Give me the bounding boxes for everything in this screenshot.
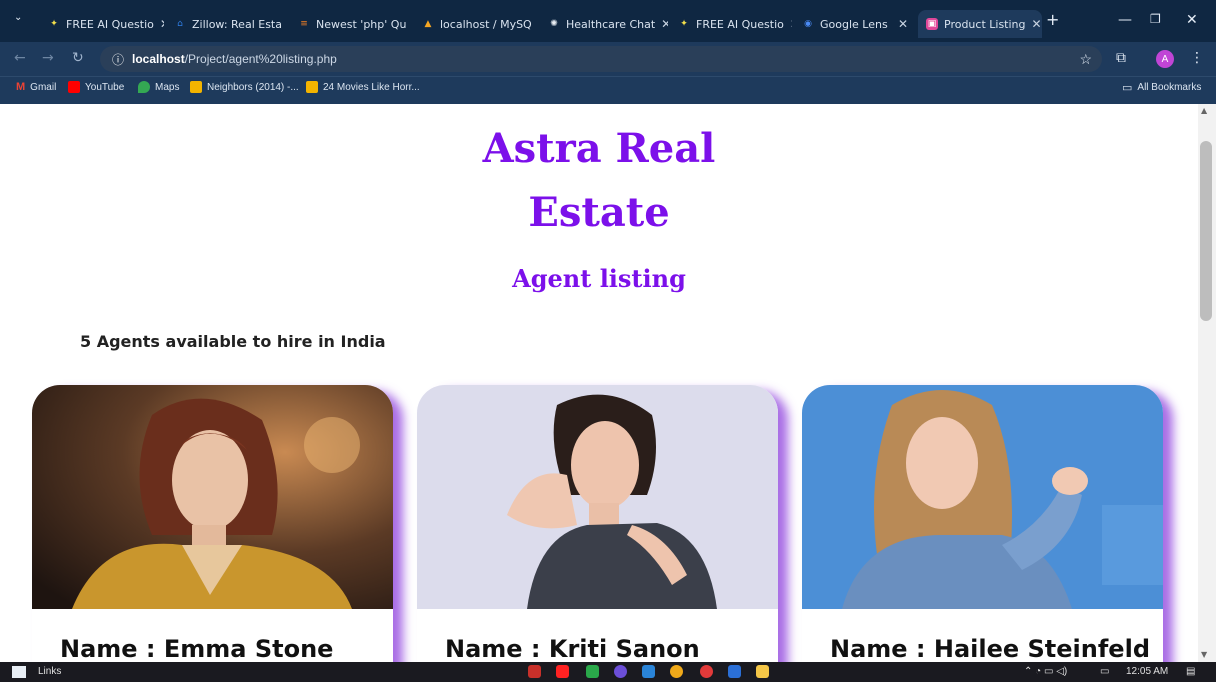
menu-icon[interactable]: ⋮	[1190, 50, 1204, 66]
tray-icons[interactable]: ⌃ ◔ ▭ ◁)	[1024, 666, 1067, 677]
avatar[interactable]: A	[1156, 50, 1174, 68]
tab-1[interactable]: ✦ FREE AI Questio ✕	[40, 10, 164, 38]
tab-8-active[interactable]: ▣ Product Listing ✕	[918, 10, 1042, 38]
app-red-circle-icon[interactable]	[700, 665, 713, 678]
tab-label: FREE AI Questio	[696, 17, 784, 31]
scroll-down-icon[interactable]: ▼	[1201, 650, 1207, 659]
lens-icon: ◉	[804, 19, 812, 29]
bookmark-label: Neighbors (2014) -...	[207, 81, 299, 93]
agent-name: Name : Kriti Sanon	[445, 635, 700, 662]
word-icon[interactable]	[728, 665, 741, 678]
url-host: localhost	[132, 52, 185, 66]
agent-photo	[802, 385, 1163, 609]
tab-label: FREE AI Questio	[66, 17, 154, 31]
agent-photo	[417, 385, 778, 609]
app-icon: ▣	[926, 18, 938, 30]
app-red-icon[interactable]	[528, 665, 541, 678]
close-icon[interactable]: ✕	[160, 17, 164, 31]
tab-label: Product Listing	[944, 17, 1026, 31]
all-bookmarks[interactable]: ▭ All Bookmarks	[1122, 81, 1201, 94]
close-icon[interactable]: ✕	[661, 17, 668, 31]
sparkle-icon: ✦	[50, 19, 58, 29]
page-content: Astra Real Estate Agent listing 5 Agents…	[0, 104, 1198, 662]
windows-start-icon[interactable]	[12, 666, 26, 678]
bookmark-movies[interactable]: 24 Movies Like Horr...	[306, 81, 420, 93]
tab-bar: ⌄ ✦ FREE AI Questio ✕ ⌂ Zillow: Real Est…	[0, 0, 1216, 42]
bookmark-youtube[interactable]: YouTube	[68, 81, 124, 93]
close-icon[interactable]: ✕	[898, 17, 908, 31]
clock[interactable]: 12:05 AM	[1126, 666, 1168, 677]
tab-7[interactable]: ◉ Google Lens ✕	[794, 10, 916, 38]
sparkle-icon: ✦	[680, 19, 688, 29]
tab-label: Google Lens	[820, 17, 888, 31]
youtube-icon	[68, 81, 80, 93]
stackoverflow-icon: ≡	[300, 19, 308, 29]
vscode-icon[interactable]	[642, 665, 655, 678]
house-icon: ⌂	[177, 19, 183, 29]
agent-photo	[32, 385, 393, 609]
close-icon[interactable]: ✕	[790, 17, 792, 31]
chatgpt-icon: ✺	[550, 19, 558, 29]
links-toolbar[interactable]: Links	[38, 666, 61, 677]
tab-3[interactable]: ≡ Newest 'php' Qu ✕	[290, 10, 410, 38]
new-tab-icon[interactable]: +	[1046, 10, 1059, 29]
bookmark-maps[interactable]: Maps	[138, 81, 179, 93]
bookmark-neighbors[interactable]: Neighbors (2014) -...	[190, 81, 299, 93]
bookmark-site-icon	[306, 81, 318, 93]
phpmyadmin-icon: ▲	[424, 19, 432, 29]
file-explorer-icon[interactable]	[756, 665, 769, 678]
site-info-icon[interactable]: ⓘ	[112, 51, 124, 68]
tab-label: Healthcare Chat	[566, 17, 656, 31]
tab-5[interactable]: ✺ Healthcare Chat ✕	[540, 10, 668, 38]
page-title: Astra Real	[482, 125, 716, 172]
bookmark-gmail[interactable]: M Gmail	[16, 81, 56, 93]
page-subtitle: Agent listing	[512, 264, 686, 293]
agent-card[interactable]: Name : Hailee Steinfeld	[802, 385, 1163, 662]
xbox-icon[interactable]	[586, 665, 599, 678]
agent-count: 5 Agents available to hire in India	[80, 332, 386, 351]
back-icon[interactable]: ←	[14, 50, 26, 66]
restore-icon[interactable]: ❐	[1150, 12, 1161, 26]
forward-icon[interactable]: →	[42, 50, 54, 66]
gmail-icon: M	[16, 81, 26, 93]
bookmark-label: YouTube	[85, 81, 125, 93]
address-input[interactable]: ⓘ localhost/Project/agent%20listing.php …	[100, 46, 1102, 72]
tab-4[interactable]: ▲ localhost / MySQ ✕	[414, 10, 536, 38]
url-path: /Project/agent%20listing.php	[184, 52, 337, 66]
agent-card[interactable]: Name : Kriti Sanon	[417, 385, 778, 662]
chrome-icon[interactable]	[670, 665, 683, 678]
tab-2[interactable]: ⌂ Zillow: Real Esta ✕	[166, 10, 286, 38]
bookmark-label: Gmail	[30, 81, 57, 93]
minimize-icon[interactable]: —	[1118, 12, 1132, 28]
extensions-icon[interactable]: ⧉	[1116, 50, 1126, 66]
close-icon[interactable]: ✕	[1032, 17, 1042, 31]
scroll-up-icon[interactable]: ▲	[1201, 106, 1207, 115]
tab-label: Newest 'php' Qu	[316, 17, 407, 31]
page-title-line2: Estate	[528, 189, 670, 236]
bookmarks-bar	[0, 76, 1216, 104]
all-bookmarks-label: All Bookmarks	[1137, 82, 1202, 93]
agent-name: Name : Emma Stone	[60, 635, 334, 662]
scrollbar-thumb[interactable]	[1200, 141, 1212, 321]
app-purple-icon[interactable]	[614, 665, 627, 678]
notification-icon[interactable]: ▤	[1186, 666, 1195, 677]
tab-label: Zillow: Real Esta	[192, 17, 282, 31]
keyboard-icon[interactable]: ▭	[1100, 666, 1109, 677]
maps-icon	[138, 81, 150, 93]
reload-icon[interactable]: ↻	[72, 50, 84, 66]
youtube-app-icon[interactable]	[556, 665, 569, 678]
bookmark-label: 24 Movies Like Horr...	[323, 81, 420, 93]
agent-name: Name : Hailee Steinfeld	[830, 635, 1150, 662]
tab-label: localhost / MySQ	[440, 17, 532, 31]
star-icon[interactable]: ☆	[1079, 51, 1092, 68]
bookmark-site-icon	[190, 81, 202, 93]
folder-icon: ▭	[1122, 82, 1133, 94]
window-close-icon[interactable]: ✕	[1186, 12, 1198, 28]
bookmark-label: Maps	[155, 81, 180, 93]
agent-card[interactable]: Name : Emma Stone	[32, 385, 393, 662]
tab-6[interactable]: ✦ FREE AI Questio ✕	[670, 10, 792, 38]
tab-search-icon[interactable]: ⌄	[14, 12, 22, 23]
